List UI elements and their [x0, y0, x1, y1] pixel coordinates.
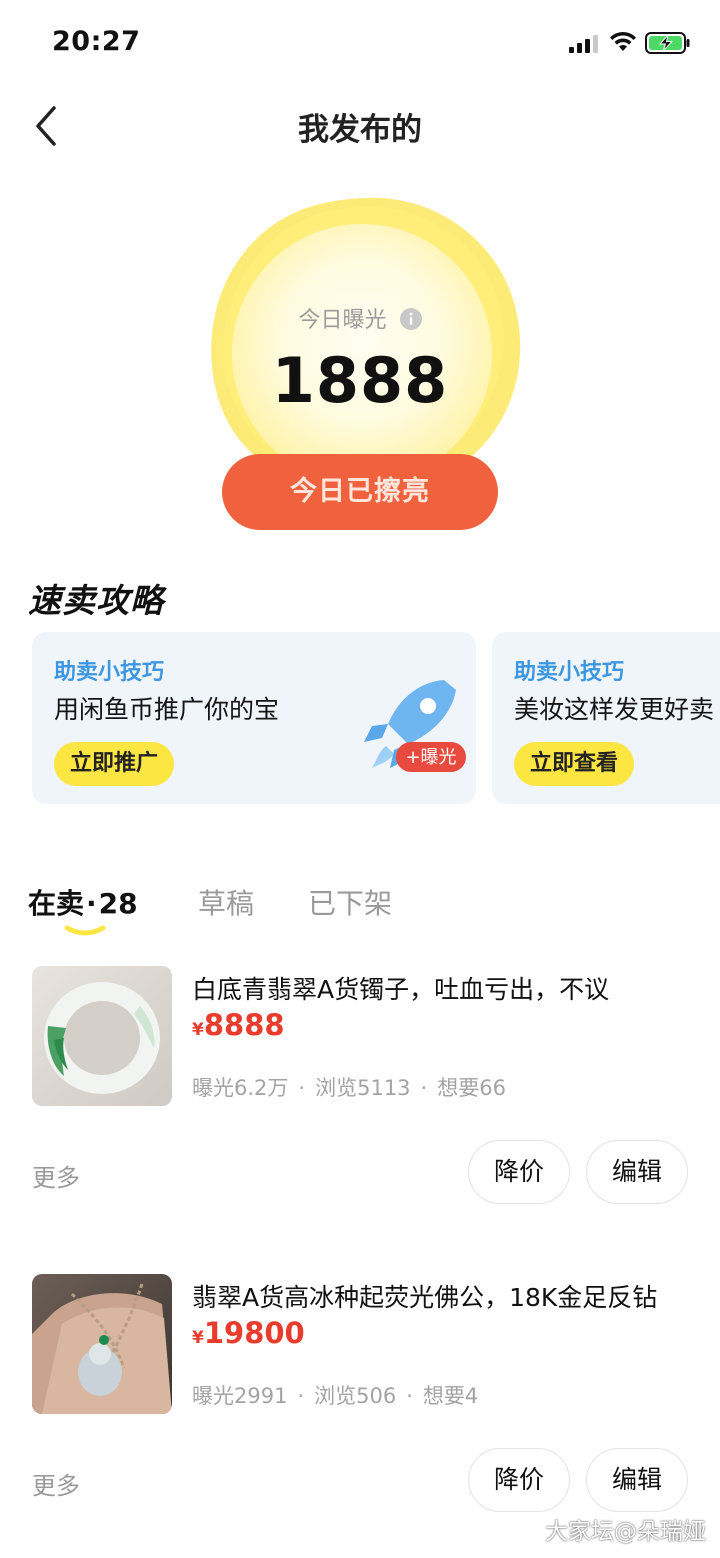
tab-on-sale-count: 28	[98, 887, 138, 920]
exposure-boost-badge: +曝光	[405, 747, 456, 768]
stat-separator: ·	[420, 1076, 428, 1100]
stat-views: 浏览5113	[315, 1076, 411, 1100]
stat-exposure: 曝光2991	[192, 1384, 288, 1408]
view-now-button[interactable]: 立即查看	[514, 742, 635, 786]
item-price: ¥8888	[192, 1008, 285, 1042]
watermark: 大家坛@朵瑞娅	[545, 1519, 706, 1545]
promote-now-button[interactable]: 立即推广	[54, 742, 175, 786]
stat-separator: ·	[298, 1076, 306, 1100]
tab-off-shelf[interactable]: 已下架	[308, 882, 392, 922]
tip-text: 美妆这样发更好卖	[514, 695, 715, 724]
item-stats: 曝光2991 · 浏览506 · 想要4	[192, 1380, 478, 1410]
edit-button[interactable]: 编辑	[586, 1448, 688, 1512]
item-title[interactable]: 翡翠A货高冰种起荧光佛公，18K金足反钻	[192, 1278, 657, 1314]
tip-text: 用闲鱼币推广你的宝	[54, 695, 280, 724]
tip-card-makeup[interactable]: 助卖小技巧 美妆这样发更好卖 立即查看	[492, 632, 720, 804]
wifi-icon	[610, 31, 636, 51]
price-currency: ¥	[192, 1328, 204, 1348]
listing-item[interactable]: 翡翠A货高冰种起荧光佛公，18K金足反钻 ¥19800 曝光2991 · 浏览506…	[0, 1272, 720, 1532]
quick-sell-tips-title: 速卖攻略	[28, 581, 164, 620]
polished-today-button[interactable]: 今日已擦亮	[222, 454, 498, 530]
tip-tag: 助卖小技巧	[514, 660, 625, 685]
stat-exposure: 曝光6.2万	[192, 1076, 289, 1100]
tip-card-promote[interactable]: 助卖小技巧 用闲鱼币推广你的宝 立即推广 +曝光	[32, 632, 476, 804]
price-value: 19800	[203, 1316, 305, 1350]
buddha-pendant-thumbnail[interactable]	[32, 1274, 172, 1414]
edit-button[interactable]: 编辑	[586, 1140, 688, 1204]
item-stats: 曝光6.2万 · 浏览5113 · 想要66	[192, 1072, 506, 1102]
item-price: ¥19800	[192, 1316, 305, 1350]
stat-wants: 想要66	[437, 1076, 506, 1100]
exposure-label: 今日曝光	[298, 308, 387, 333]
exposure-value: 1888	[271, 344, 449, 417]
tip-tag: 助卖小技巧	[54, 660, 165, 685]
stat-views: 浏览506	[314, 1384, 397, 1408]
status-bar: 20:27	[0, 0, 720, 88]
exposure-label-row: 今日曝光	[0, 302, 720, 334]
stat-separator: ·	[297, 1384, 305, 1408]
listing-item[interactable]: 白底青翡翠A货镯子，吐血亏出，不议 ¥8888 曝光6.2万 · 浏览5113 · 想要…	[0, 964, 720, 1224]
active-tab-indicator	[64, 925, 106, 936]
reduce-price-button[interactable]: 降价	[468, 1140, 570, 1204]
info-icon[interactable]	[399, 308, 422, 330]
battery-charging-icon	[645, 32, 690, 54]
stat-separator: ·	[406, 1384, 413, 1408]
price-value: 8888	[203, 1008, 285, 1042]
tab-dot: ·	[86, 887, 97, 920]
reduce-price-button[interactable]: 降价	[468, 1448, 570, 1512]
more-button[interactable]: 更多	[32, 1158, 80, 1193]
item-title[interactable]: 白底青翡翠A货镯子，吐血亏出，不议	[192, 970, 609, 1006]
stat-wants: 想要4	[422, 1384, 479, 1408]
status-time: 20:27	[52, 26, 141, 57]
tab-on-sale[interactable]: 在卖·28	[28, 882, 138, 922]
tab-on-sale-label: 在卖	[28, 887, 85, 920]
page-title: 我发布的	[298, 112, 422, 148]
rocket-icon: +曝光	[364, 680, 466, 772]
bangle-thumbnail[interactable]	[32, 966, 172, 1106]
tab-drafts[interactable]: 草稿	[198, 882, 254, 922]
price-currency: ¥	[192, 1020, 204, 1040]
signal-icon	[569, 35, 598, 53]
more-button[interactable]: 更多	[32, 1466, 80, 1501]
